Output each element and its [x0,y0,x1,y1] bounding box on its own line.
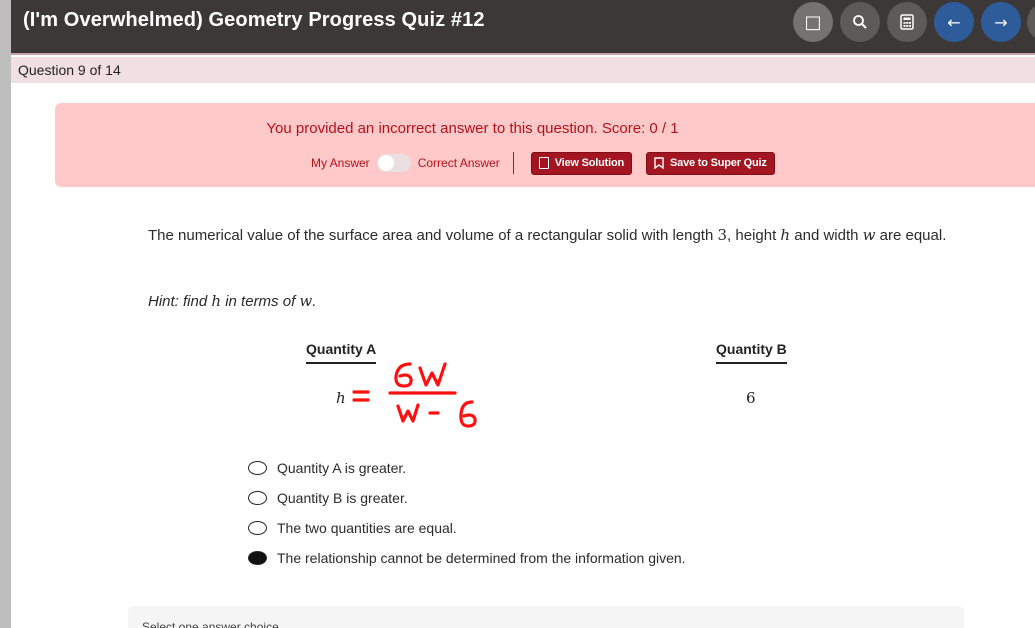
stop-button[interactable]: □ [793,2,833,42]
option-label: Quantity A is greater. [277,460,407,476]
hint-part: Hint: find [148,293,212,310]
radio-button-selected[interactable] [248,551,267,565]
option-label: The relationship cannot be determined fr… [277,550,686,566]
search-button[interactable] [840,2,880,42]
option-quantity-b-greater[interactable]: Quantity B is greater. [248,483,686,513]
quantity-b-value: 6 [746,389,756,407]
handwritten-annotation [352,362,477,428]
toggle-knob [377,155,394,171]
hint-part: in terms of [221,293,300,310]
radio-button[interactable] [248,521,267,535]
option-label: Quantity B is greater. [277,490,408,506]
save-label: Save to Super Quiz [670,157,767,169]
question-bar: Question 9 of 14 [11,57,1035,83]
previous-button[interactable]: ← [934,2,974,42]
length-value: 3 [717,226,728,244]
calculator-icon [900,14,914,30]
answer-options: Quantity A is greater. Quantity B is gre… [248,453,686,573]
question-count: Question 9 of 14 [18,62,121,78]
question-text: The numerical value of the surface area … [148,222,948,249]
option-label: The two quantities are equal. [277,520,457,536]
quantity-a-value: h [336,389,346,407]
square-icon: □ [804,11,822,33]
next-button[interactable]: → [981,2,1021,42]
view-solution-button[interactable]: View Solution [530,151,633,175]
hint-part: . [312,293,317,310]
instruction-panel: Select one answer choice. [128,606,964,628]
instruction-text: Select one answer choice. [142,620,283,628]
my-answer-label: My Answer [311,156,370,170]
quantity-b-heading: Quantity B [716,341,787,364]
separator [512,152,514,174]
correct-answer-label: Correct Answer [417,156,500,170]
feedback-actions: My Answer Correct Answer View Solution S… [311,151,789,175]
header-bar: (I'm Overwhelmed) Geometry Progress Quiz… [11,0,1035,55]
more-button[interactable] [1027,2,1035,42]
option-cannot-be-determined[interactable]: The relationship cannot be determined fr… [248,543,686,573]
question-part: The numerical value of the surface area … [148,227,718,244]
hint-var-h: h [211,292,222,310]
width-variable: w [862,226,876,244]
feedback-panel: You provided an incorrect answer to this… [55,103,1035,187]
arrow-left-icon: ← [947,12,961,32]
question-part: are equal. [875,227,947,244]
hint-var-w: w [299,292,313,310]
option-quantities-equal[interactable]: The two quantities are equal. [248,513,686,543]
radio-button[interactable] [248,461,267,475]
question-part: and width [790,227,863,244]
search-icon [853,15,867,29]
answer-toggle[interactable] [376,154,411,172]
option-quantity-a-greater[interactable]: Quantity A is greater. [248,453,686,483]
view-solution-label: View Solution [554,157,625,169]
save-to-super-quiz-button[interactable]: Save to Super Quiz [646,151,775,175]
feedback-message: You provided an incorrect answer to this… [266,120,679,137]
bookmark-icon [654,157,664,169]
radio-button[interactable] [248,491,267,505]
document-icon [538,157,549,169]
calculator-button[interactable] [887,2,927,42]
quiz-title: (I'm Overwhelmed) Geometry Progress Quiz… [23,9,485,31]
height-variable: h [780,226,791,244]
hint-text: Hint: find h in terms of w. [148,292,316,310]
arrow-right-icon: → [994,12,1008,32]
left-gutter [0,0,11,628]
question-part: , height [727,227,781,244]
